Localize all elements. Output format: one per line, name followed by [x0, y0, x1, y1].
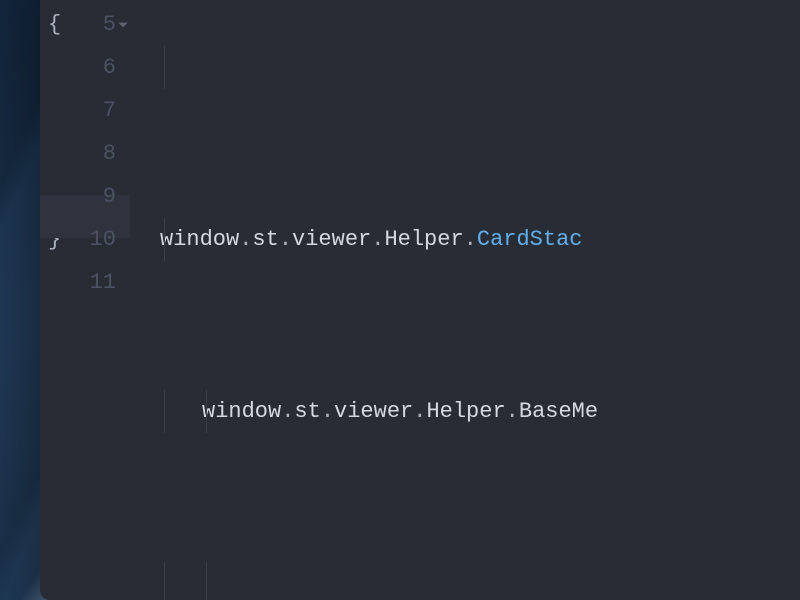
line-number: 9 [70, 175, 116, 218]
line-number: 5 [70, 3, 116, 46]
line-number: 7 [70, 89, 116, 132]
line-number: 6 [70, 46, 116, 89]
editor-window: { } 4 5 6 7 8 9 10 11 window.s [40, 0, 800, 600]
code-area[interactable]: { } 4 5 6 7 8 9 10 11 window.s [40, 0, 800, 600]
fold-toggle[interactable] [116, 3, 130, 46]
chevron-down-icon [117, 19, 129, 31]
line-number: 10 [70, 218, 116, 261]
fold-brace-open: { [48, 3, 70, 46]
code-line: window.st.viewer.Helper.BaseMe [130, 390, 800, 433]
line-number: 11 [70, 261, 116, 304]
gutter: 4 5 6 7 8 9 10 11 [70, 0, 130, 600]
line-number: 8 [70, 132, 116, 175]
fold-brace-column: { } [40, 0, 70, 600]
code-line: window.st.viewer.Helper.CardStac [130, 218, 800, 261]
code-content[interactable]: window.st.viewer.Helper.CardStac window.… [130, 0, 800, 600]
